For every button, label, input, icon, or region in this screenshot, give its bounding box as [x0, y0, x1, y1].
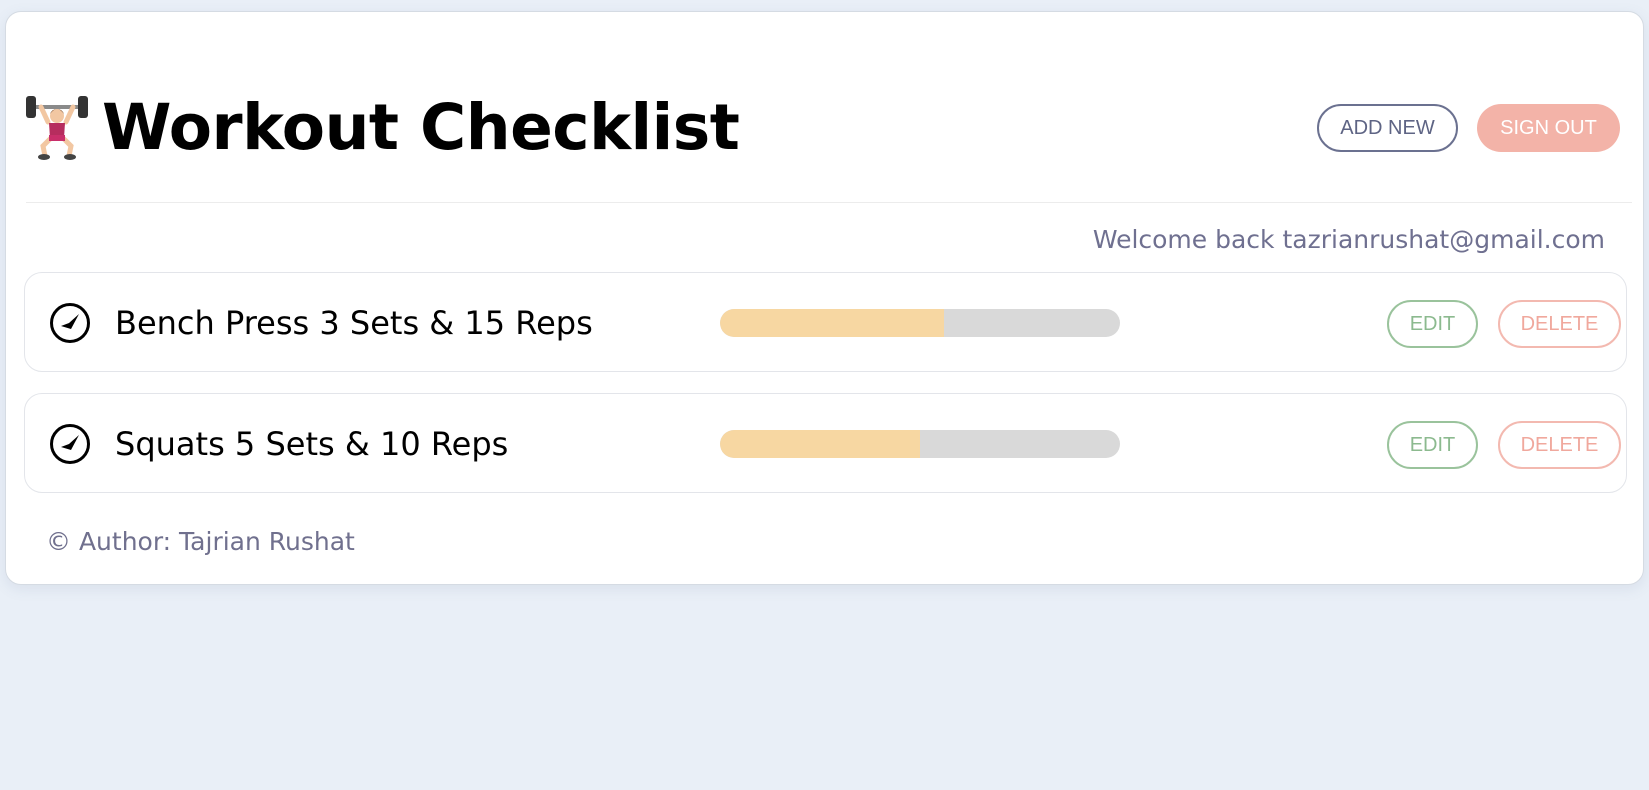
workout-row: Squats 5 Sets & 10 Reps EDIT DELETE	[24, 393, 1627, 493]
edit-button[interactable]: EDIT	[1387, 421, 1478, 469]
workout-progress-bar	[720, 309, 1120, 337]
workout-progress-bar	[720, 430, 1120, 458]
page-title: Workout Checklist	[102, 90, 740, 164]
workout-label: Squats 5 Sets & 10 Reps	[115, 425, 509, 463]
header-divider	[26, 202, 1632, 203]
delete-button[interactable]: DELETE	[1498, 421, 1621, 469]
weightlifter-emoji-icon	[26, 96, 88, 160]
footer-author: © Author: Tajrian Rushat	[46, 527, 355, 556]
workout-progress-fill	[720, 309, 944, 337]
header: Workout Checklist ADD NEW SIGN OUT	[26, 82, 1632, 172]
add-new-button[interactable]: ADD NEW	[1317, 104, 1458, 152]
check-circle-icon[interactable]	[49, 423, 91, 465]
main-card: Workout Checklist ADD NEW SIGN OUT Welco…	[5, 11, 1644, 585]
workout-row: Bench Press 3 Sets & 15 Reps EDIT DELETE	[24, 272, 1627, 372]
title-group: Workout Checklist	[26, 82, 740, 172]
check-circle-icon[interactable]	[49, 302, 91, 344]
edit-button[interactable]: EDIT	[1387, 300, 1478, 348]
delete-button[interactable]: DELETE	[1498, 300, 1621, 348]
workout-label: Bench Press 3 Sets & 15 Reps	[115, 304, 593, 342]
sign-out-button[interactable]: SIGN OUT	[1477, 104, 1620, 152]
workout-progress-fill	[720, 430, 920, 458]
welcome-message: Welcome back tazrianrushat@gmail.com	[1092, 225, 1605, 254]
